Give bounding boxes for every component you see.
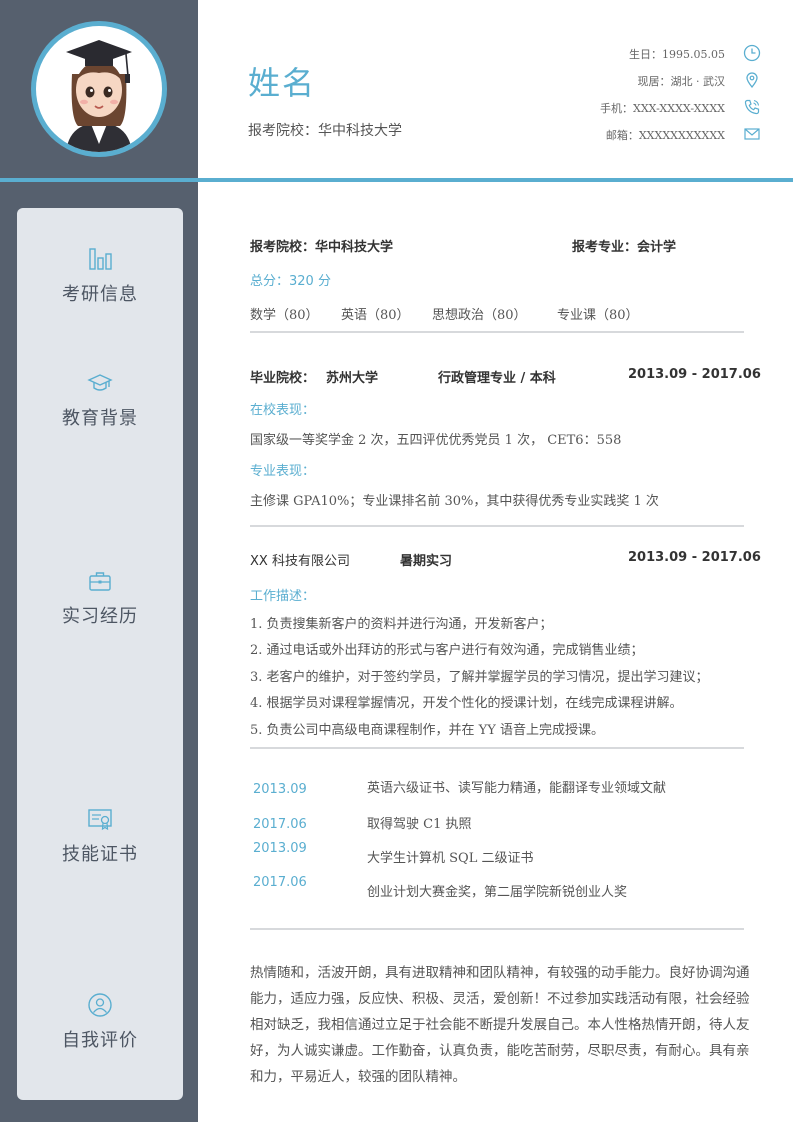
bar-chart-icon [89, 248, 112, 270]
certificate-text: 大学生计算机 SQL 二级证书 [367, 851, 534, 866]
subject-score-major: 专业课（80） [557, 308, 639, 323]
grad-school: 苏州大学 [326, 371, 379, 386]
sidebar-item-label: 考研信息 [62, 284, 138, 305]
certificate-date: 2017.06 [253, 817, 307, 832]
grad-major: 行政管理专业 / 本科 [438, 371, 556, 386]
contact-email: 邮箱：XXXXXXXXXXX [551, 123, 761, 145]
sidebar-item-education: 教育背景 [17, 370, 183, 430]
self-evaluation-text: 热情随和，活波开朗，具有进取精神和团队精神，有较强的动手能力。良好协调沟通能力，… [250, 965, 750, 1085]
section-divider [250, 525, 744, 527]
internship-period: 2013.09 - 2017.06 [628, 550, 761, 565]
student-avatar-illustration [66, 40, 132, 152]
avatar [31, 21, 167, 157]
page-title: 姓名 [248, 64, 317, 102]
major-performance-title: 专业表现： [250, 464, 316, 479]
certificate-icon [88, 809, 112, 831]
contact-birthday-text: 生日：1995.05.05 [629, 48, 725, 61]
exam-major: 报考专业：会计学 [572, 240, 677, 255]
sidebar-item-internship: 实习经历 [17, 568, 183, 628]
mail-icon [744, 128, 760, 140]
work-item: 5. 负责公司中高级电商课程制作，并在 YY 语音上完成授课。 [250, 723, 604, 738]
target-school: 报考院校：华中科技大学 [248, 123, 402, 139]
grad-school-label: 毕业院校： [250, 371, 316, 386]
work-item: 4. 根据学员对课程掌握情况，开发个性化的授课计划，在线完成课程讲解。 [250, 696, 683, 711]
briefcase-icon [89, 572, 111, 591]
contact-email-text: 邮箱：XXXXXXXXXXX [605, 129, 725, 142]
contact-phone: 手机：XXX-XXXX-XXXX [551, 96, 761, 118]
contact-birthday: 生日：1995.05.05 [551, 42, 761, 64]
certificate-date: 2017.06 [253, 875, 307, 890]
sidebar-item-label: 技能证书 [62, 844, 138, 865]
school-performance-title: 在校表现： [250, 403, 316, 418]
subject-score-politics: 思想政治（80） [432, 308, 527, 323]
sidebar-item-certificates: 技能证书 [17, 806, 183, 866]
exam-school: 报考院校：华中科技大学 [250, 240, 394, 255]
section-divider [250, 747, 744, 749]
header-divider [0, 178, 793, 182]
clock-icon [743, 44, 761, 62]
sidebar-item-label: 自我评价 [62, 1030, 138, 1051]
sidebar-item-label: 实习经历 [62, 606, 138, 627]
graduation-cap-icon [87, 374, 113, 391]
subject-score-english: 英语（80） [341, 308, 410, 323]
person-icon [88, 993, 112, 1017]
certificate-text: 创业计划大赛金奖，第二届学院新锐创业人奖 [367, 885, 628, 900]
school-performance-text: 国家级一等奖学金 2 次，五四评优优秀党员 1 次， CET6：558 [250, 433, 622, 448]
internship-company: XX 科技有限公司 [250, 554, 350, 569]
sidebar-item-exam-info: 考研信息 [17, 246, 183, 306]
contact-location: 现居：湖北 · 武汉 [551, 69, 761, 91]
certificate-text: 取得驾驶 C1 执照 [367, 817, 472, 832]
internship-type: 暑期实习 [400, 554, 453, 569]
section-divider [250, 331, 744, 333]
exam-total-score: 总分：320 分 [250, 274, 331, 289]
section-nav-panel: 考研信息 教育背景 实习经历 技能证书 自我评价 [17, 208, 183, 1100]
certificate-date: 2013.09 [253, 841, 307, 856]
work-item: 2. 通过电话或外出拜访的形式与客户进行有效沟通，完成销售业绩； [250, 643, 644, 658]
work-item: 3. 老客户的维护，对于签约学员，了解并掌握学员的学习情况，提出学习建议； [250, 670, 709, 685]
work-description-title: 工作描述： [250, 589, 316, 604]
certificate-text: 英语六级证书、读写能力精通，能翻译专业领域文献 [367, 781, 667, 796]
certificate-date: 2013.09 [253, 782, 307, 797]
phone-icon [744, 99, 760, 115]
location-icon [746, 72, 758, 89]
contact-location-text: 现居：湖北 · 武汉 [637, 75, 726, 88]
education-period: 2013.09 - 2017.06 [628, 367, 761, 382]
sidebar-item-self-evaluation: 自我评价 [17, 992, 183, 1052]
sidebar-item-label: 教育背景 [62, 408, 138, 429]
work-item: 1. 负责搜集新客户的资料并进行沟通，开发新客户； [250, 617, 553, 632]
avatar-image [36, 26, 162, 152]
contact-phone-text: 手机：XXX-XXXX-XXXX [599, 102, 725, 115]
section-divider [250, 928, 744, 930]
subject-score-math: 数学（80） [250, 308, 319, 323]
major-performance-text: 主修课 GPA10%；专业课排名前 30%，其中获得优秀专业实践奖 1 次 [250, 494, 659, 509]
